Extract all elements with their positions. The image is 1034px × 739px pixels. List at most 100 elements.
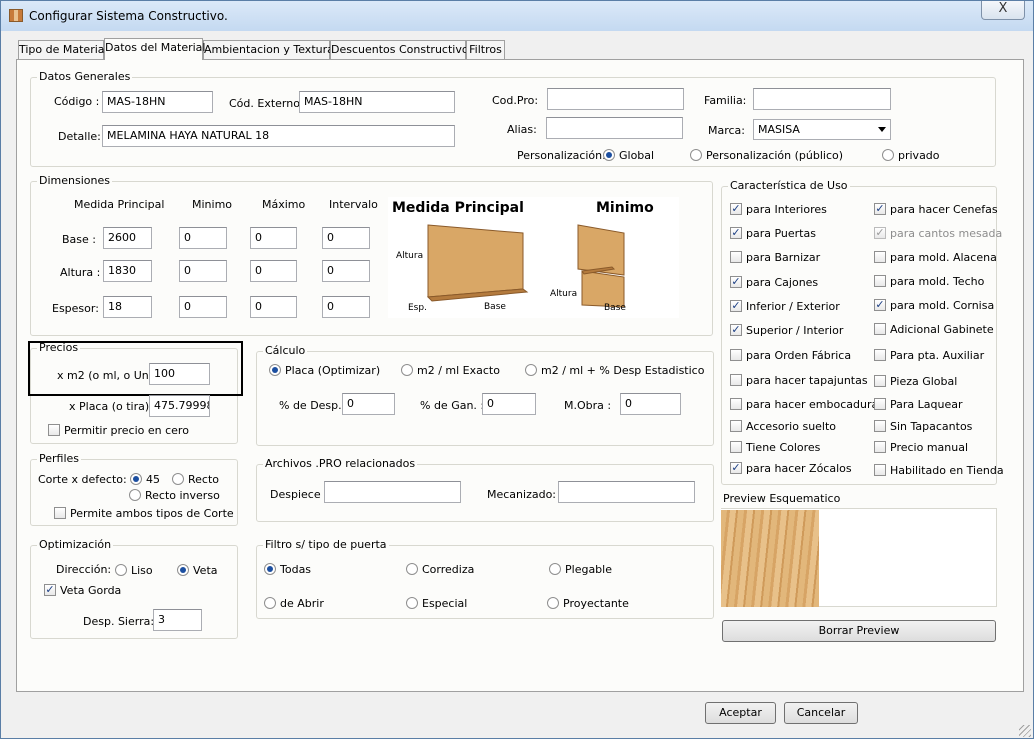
base-label: Base : [62, 233, 96, 246]
aceptar-button[interactable]: Aceptar [705, 702, 776, 724]
uso-right-checkbox[interactable] [874, 441, 886, 453]
filtro-corrediza-radio[interactable] [406, 563, 418, 575]
uso-right-checkbox[interactable]: ✓ [874, 227, 886, 239]
precio-m2-label: x m2 (o ml, o Un) : [57, 369, 161, 382]
pers-global-radio[interactable] [603, 149, 615, 161]
dir-liso-label: Liso [131, 564, 153, 577]
altura-minimo-input[interactable]: 0 [179, 260, 227, 282]
base-minimo-input[interactable]: 0 [179, 227, 227, 249]
espesor-principal-input[interactable]: 18 [103, 296, 152, 318]
tab-tipo-material[interactable]: Tipo de Material [18, 40, 108, 59]
espesor-minimo-input[interactable]: 0 [179, 296, 227, 318]
desp-input[interactable]: 0 [342, 393, 395, 415]
calc-placa-radio[interactable] [269, 364, 281, 376]
dimension-diagram: Medida Principal Minimo Altura Esp. Base… [388, 197, 679, 318]
desp-sierra-input[interactable]: 3 [153, 609, 202, 631]
corte-recto-inverso-radio[interactable] [129, 489, 141, 501]
marca-select[interactable]: MASISA [753, 119, 891, 140]
base-maximo-input[interactable]: 0 [250, 227, 297, 249]
despiece-input[interactable] [324, 481, 461, 503]
gan-input[interactable]: 0 [482, 393, 536, 415]
uso-left-checkbox[interactable]: ✓ [730, 203, 742, 215]
uso-right-label: para mold. Techo [890, 275, 985, 288]
uso-right-checkbox[interactable] [874, 420, 886, 432]
corte-45-label: 45 [146, 473, 160, 486]
precio-cero-checkbox[interactable] [48, 424, 60, 436]
borrar-preview-button[interactable]: Borrar Preview [722, 620, 996, 642]
uso-left-checkbox[interactable]: ✓ [730, 324, 742, 336]
uso-right-checkbox[interactable] [874, 375, 886, 387]
dir-veta-radio[interactable] [177, 564, 189, 576]
uso-right-checkbox[interactable]: ✓ [874, 299, 886, 311]
cod-pro-input[interactable] [547, 88, 684, 110]
uso-right-checkbox[interactable] [874, 251, 886, 263]
dir-liso-radio[interactable] [115, 564, 127, 576]
filtro-todas-radio[interactable] [264, 563, 276, 575]
uso-left-checkbox[interactable] [730, 251, 742, 263]
calc-estadistico-radio[interactable] [525, 364, 537, 376]
filtro-abrir-radio[interactable] [264, 597, 276, 609]
mecanizado-input[interactable] [558, 481, 695, 503]
check-icon: ✓ [875, 226, 885, 239]
filtro-abrir-label: de Abrir [280, 597, 324, 610]
uso-right-checkbox[interactable] [874, 323, 886, 335]
check-icon: ✓ [731, 226, 741, 239]
resize-grip-icon[interactable] [1019, 725, 1031, 737]
uso-left-checkbox[interactable] [730, 374, 742, 386]
uso-left-checkbox[interactable] [730, 398, 742, 410]
tab-filtros[interactable]: Filtros [466, 40, 505, 59]
uso-left-checkbox[interactable]: ✓ [730, 276, 742, 288]
tab-ambientacion[interactable]: Ambientacion y Texturas [203, 40, 340, 59]
mecanizado-label: Mecanizado: [487, 488, 557, 501]
corte-recto-radio[interactable] [172, 473, 184, 485]
filtro-proyectante-radio[interactable] [547, 597, 559, 609]
archivos-legend: Archivos .PRO relacionados [263, 457, 418, 470]
uso-left-label: para hacer embocaduras [746, 398, 884, 411]
detalle-input[interactable]: MELAMINA HAYA NATURAL 18 [102, 125, 455, 147]
uso-left-checkbox[interactable]: ✓ [730, 227, 742, 239]
altura-intervalo-input[interactable]: 0 [322, 260, 370, 282]
cod-externo-input[interactable]: MAS-18HN [299, 91, 455, 113]
tab-datos-material[interactable]: Datos del Material [104, 38, 205, 60]
altura-principal-input[interactable]: 1830 [103, 260, 152, 282]
uso-right-checkbox[interactable] [874, 275, 886, 287]
base-principal-input[interactable]: 2600 [103, 227, 152, 249]
filtro-plegable-radio[interactable] [549, 563, 561, 575]
corte-45-radio[interactable] [130, 473, 142, 485]
uso-right-checkbox[interactable] [874, 398, 886, 410]
uso-right-checkbox[interactable]: ✓ [874, 203, 886, 215]
base-intervalo-input[interactable]: 0 [322, 227, 370, 249]
mobra-input[interactable]: 0 [620, 393, 681, 415]
window-title: Configurar Sistema Constructivo. [29, 9, 228, 23]
uso-left-checkbox[interactable] [730, 420, 742, 432]
altura-maximo-input[interactable]: 0 [250, 260, 297, 282]
uso-right-label: Precio manual [890, 441, 969, 454]
ambos-cortes-checkbox[interactable] [54, 507, 66, 519]
gan-label: % de Gan. : [420, 399, 485, 412]
precio-m2-input[interactable]: 100 [149, 363, 210, 385]
filtro-especial-radio[interactable] [406, 597, 418, 609]
alias-input[interactable] [546, 117, 683, 139]
tab-descuentos[interactable]: Descuentos Constructivos [330, 40, 474, 59]
veta-gorda-checkbox[interactable]: ✓ [44, 584, 56, 596]
pers-publico-radio[interactable] [690, 149, 702, 161]
uso-right-checkbox[interactable] [874, 349, 886, 361]
corte-recto-label: Recto [188, 473, 220, 486]
uso-left-checkbox[interactable] [730, 441, 742, 453]
codigo-input[interactable]: MAS-18HN [102, 91, 213, 113]
espesor-maximo-input[interactable]: 0 [250, 296, 297, 318]
uso-left-checkbox[interactable]: ✓ [730, 462, 742, 474]
cancelar-button[interactable]: Cancelar [784, 702, 858, 724]
uso-left-checkbox[interactable] [730, 349, 742, 361]
title-bar[interactable]: Configurar Sistema Constructivo. X [1, 1, 1033, 31]
marca-label: Marca: [708, 124, 746, 137]
uso-left-checkbox[interactable]: ✓ [730, 300, 742, 312]
uso-right-checkbox[interactable] [874, 464, 886, 476]
precio-placa-input[interactable]: 475.799987 [149, 395, 210, 417]
chevron-down-icon [878, 127, 886, 132]
calc-exacto-radio[interactable] [401, 364, 413, 376]
pers-privado-radio[interactable] [882, 149, 894, 161]
espesor-intervalo-input[interactable]: 0 [322, 296, 370, 318]
close-button[interactable]: X [981, 1, 1025, 20]
familia-input[interactable] [753, 88, 891, 110]
